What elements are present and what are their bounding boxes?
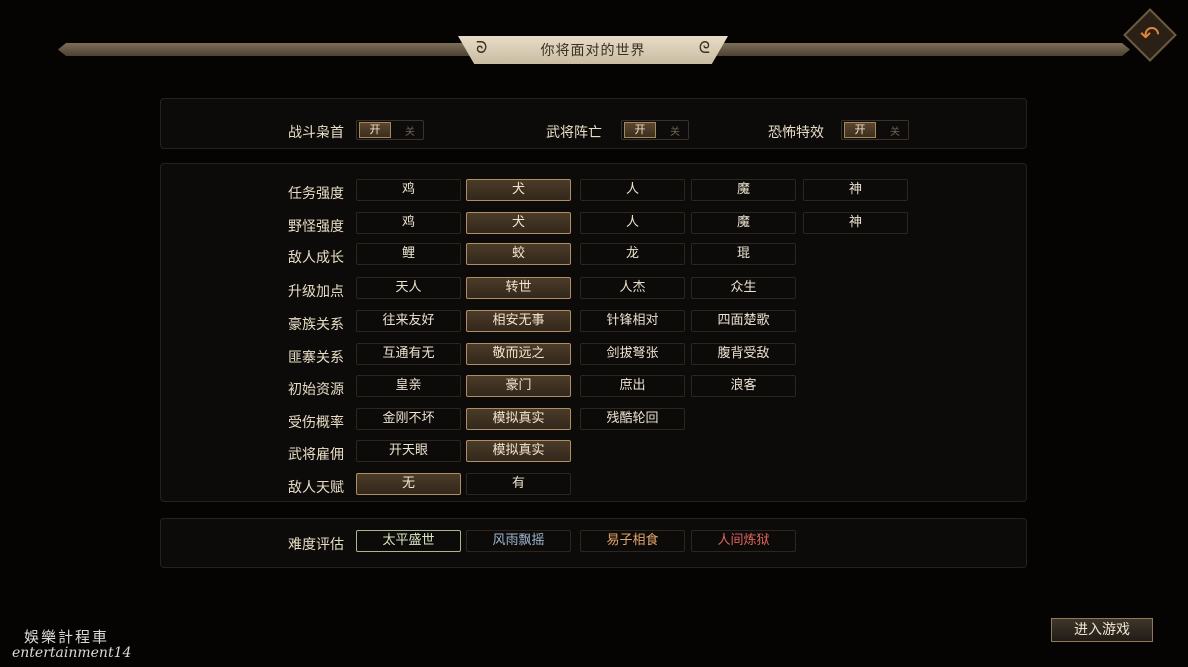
setting-option[interactable]: 神: [803, 212, 908, 234]
setting-option[interactable]: 互通有无: [356, 343, 461, 365]
setting-option[interactable]: 敬而远之: [466, 343, 571, 365]
setting-option[interactable]: 剑拔弩张: [580, 343, 685, 365]
setting-option[interactable]: 模拟真实: [466, 440, 571, 462]
setting-option[interactable]: 魔: [691, 212, 796, 234]
setting-label: 武将雇佣: [288, 447, 344, 463]
setting-label: 初始资源: [288, 382, 344, 398]
beheading-toggle[interactable]: 开 关: [356, 120, 424, 140]
setting-option[interactable]: 龙: [580, 243, 685, 265]
toggle-label-beheading: 战斗枭首: [288, 125, 344, 141]
setting-option[interactable]: 四面楚歌: [691, 310, 796, 332]
setting-option[interactable]: 开天眼: [356, 440, 461, 462]
setting-option[interactable]: 琨: [691, 243, 796, 265]
setting-option[interactable]: 往来友好: [356, 310, 461, 332]
setting-option[interactable]: 人: [580, 212, 685, 234]
setting-label: 任务强度: [288, 186, 344, 202]
title-banner: ᘐ 你将面对的世界 ᘓ: [58, 36, 1130, 64]
toggle-label-general-death: 武将阵亡: [546, 125, 602, 141]
setting-option[interactable]: 蛟: [466, 243, 571, 265]
setting-option[interactable]: 浪客: [691, 375, 796, 397]
setting-option[interactable]: 鸡: [356, 179, 461, 201]
general-death-toggle[interactable]: 开 关: [621, 120, 689, 140]
setting-option[interactable]: 无: [356, 473, 461, 495]
enter-game-button[interactable]: 进入游戏: [1051, 618, 1153, 642]
title-plate: ᘐ 你将面对的世界 ᘓ: [458, 36, 728, 64]
setting-option[interactable]: 人: [580, 179, 685, 201]
setting-option[interactable]: 魔: [691, 179, 796, 201]
setting-option[interactable]: 腹背受敌: [691, 343, 796, 365]
setting-option[interactable]: 众生: [691, 277, 796, 299]
setting-option[interactable]: 鲤: [356, 243, 461, 265]
setting-label: 匪寨关系: [288, 350, 344, 366]
toggle-on[interactable]: 开: [844, 122, 876, 138]
setting-option[interactable]: 神: [803, 179, 908, 201]
horror-effects-toggle[interactable]: 开 关: [841, 120, 909, 140]
toggle-on[interactable]: 开: [359, 122, 391, 138]
setting-option[interactable]: 有: [466, 473, 571, 495]
difficulty-label: 难度评估: [288, 537, 344, 553]
toggle-off[interactable]: 关: [670, 123, 680, 138]
watermark-latin: entertainment14: [12, 645, 132, 661]
toggle-on[interactable]: 开: [624, 122, 656, 138]
page-title: 你将面对的世界: [540, 43, 646, 59]
setting-label: 受伤概率: [288, 415, 344, 431]
setting-option[interactable]: 皇亲: [356, 375, 461, 397]
watermark-chinese: 娛樂計程車: [24, 628, 110, 646]
difficulty-option[interactable]: 人间炼狱: [691, 530, 796, 552]
setting-label: 敌人成长: [288, 250, 344, 266]
setting-option[interactable]: 转世: [466, 277, 571, 299]
difficulty-option[interactable]: 易子相食: [580, 530, 685, 552]
setting-option[interactable]: 金刚不坏: [356, 408, 461, 430]
swirl-ornament-icon: ᘓ: [698, 38, 710, 57]
difficulty-option[interactable]: 风雨飘摇: [466, 530, 571, 552]
toggle-off[interactable]: 关: [890, 123, 900, 138]
setting-label: 敌人天赋: [288, 480, 344, 496]
setting-label: 升级加点: [288, 284, 344, 300]
setting-option[interactable]: 模拟真实: [466, 408, 571, 430]
setting-label: 豪族关系: [288, 317, 344, 333]
setting-label: 野怪强度: [288, 219, 344, 235]
back-arrow-icon[interactable]: ↶: [1138, 20, 1162, 50]
setting-option[interactable]: 针锋相对: [580, 310, 685, 332]
setting-option[interactable]: 庶出: [580, 375, 685, 397]
setting-option[interactable]: 犬: [466, 212, 571, 234]
setting-option[interactable]: 犬: [466, 179, 571, 201]
setting-option[interactable]: 人杰: [580, 277, 685, 299]
setting-option[interactable]: 豪门: [466, 375, 571, 397]
toggle-label-horror-effects: 恐怖特效: [768, 125, 824, 141]
setting-option[interactable]: 天人: [356, 277, 461, 299]
setting-option[interactable]: 残酷轮回: [580, 408, 685, 430]
setting-option[interactable]: 相安无事: [466, 310, 571, 332]
toggle-off[interactable]: 关: [405, 123, 415, 138]
difficulty-option[interactable]: 太平盛世: [356, 530, 461, 552]
swirl-ornament-icon: ᘐ: [476, 38, 488, 57]
setting-option[interactable]: 鸡: [356, 212, 461, 234]
